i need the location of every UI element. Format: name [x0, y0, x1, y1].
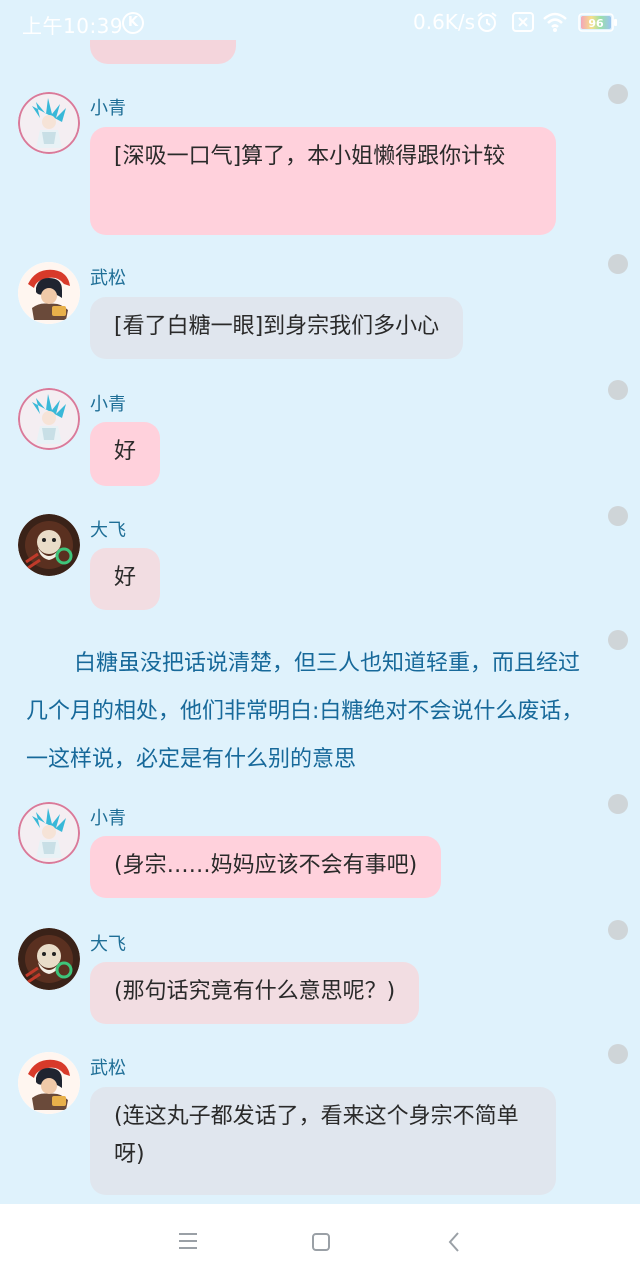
narration-text: 白糖虽没把话说清楚，但三人也知道轻重，而且经过几个月的相处，他们非常明白:白糖绝…: [26, 651, 584, 772]
battery-icon: 96: [578, 13, 617, 32]
avatar-wusong[interactable]: [18, 262, 80, 324]
sender-name: 小青: [90, 394, 126, 415]
avatar-xiaoqing-image: [18, 388, 80, 450]
avatar-xiaoqing[interactable]: [18, 92, 80, 154]
avatar-wusong[interactable]: [18, 1052, 80, 1114]
avatar-dafei-image: [18, 514, 80, 576]
sender-name: 大飞: [90, 934, 126, 955]
avatar-wusong-image: [18, 1052, 80, 1114]
unread-dot[interactable]: [608, 920, 628, 940]
wifi-icon: [543, 12, 567, 32]
message-bubble[interactable]: 好: [90, 548, 161, 610]
avatar-dafei-image: [18, 928, 80, 990]
sender-name: 大飞: [90, 520, 126, 541]
menu-icon[interactable]: [178, 1232, 198, 1250]
unread-dot[interactable]: [608, 794, 628, 814]
sender-name: 武松: [90, 1058, 126, 1079]
unread-dot[interactable]: [608, 84, 628, 104]
message-bubble[interactable]: (身宗……妈妈应该不会有事吧): [90, 836, 442, 898]
message-bubble[interactable]: [看了白糖一眼]到身宗我们多小心: [90, 297, 464, 359]
navigation-bar: [0, 1204, 640, 1280]
sender-name: 小青: [90, 98, 126, 119]
avatar-xiaoqing-image: [18, 92, 80, 154]
sim-icon: [512, 12, 534, 32]
back-icon[interactable]: [446, 1230, 462, 1254]
battery-level: 96: [588, 17, 604, 30]
alarm-icon: [477, 12, 497, 32]
unread-dot[interactable]: [608, 506, 628, 526]
avatar-dafei[interactable]: [18, 514, 80, 576]
sender-name: 武松: [90, 268, 126, 289]
unread-dot[interactable]: [608, 630, 628, 650]
home-icon[interactable]: [311, 1232, 331, 1252]
status-time: 上午10:39: [22, 14, 124, 38]
message-bubble[interactable]: (连这丸子都发话了，看来这个身宗不简单呀): [90, 1087, 556, 1195]
unread-dot[interactable]: [608, 254, 628, 274]
sender-name: 小青: [90, 808, 126, 829]
status-bar: 上午10:39 K 0.6K/s 96: [0, 0, 640, 44]
avatar-xiaoqing-image: [18, 802, 80, 864]
unread-dot[interactable]: [608, 1044, 628, 1064]
k-app-icon: K: [122, 12, 144, 34]
partial-message-bubble[interactable]: [90, 40, 236, 64]
message-bubble[interactable]: [深吸一口气]算了，本小姐懒得跟你计较: [90, 127, 556, 235]
unread-dot[interactable]: [608, 380, 628, 400]
avatar-wusong-image: [18, 262, 80, 324]
message-bubble[interactable]: (那句话究竟有什么意思呢？): [90, 962, 420, 1024]
avatar-dafei[interactable]: [18, 928, 80, 990]
chat-screen: 上午10:39 K 0.6K/s 96 小青 [深吸一口气]算了，本小姐懒得跟你…: [0, 0, 640, 1280]
network-speed: 0.6K/s: [413, 10, 476, 34]
message-bubble[interactable]: 好: [90, 422, 161, 486]
avatar-xiaoqing[interactable]: [18, 388, 80, 450]
avatar-xiaoqing[interactable]: [18, 802, 80, 864]
